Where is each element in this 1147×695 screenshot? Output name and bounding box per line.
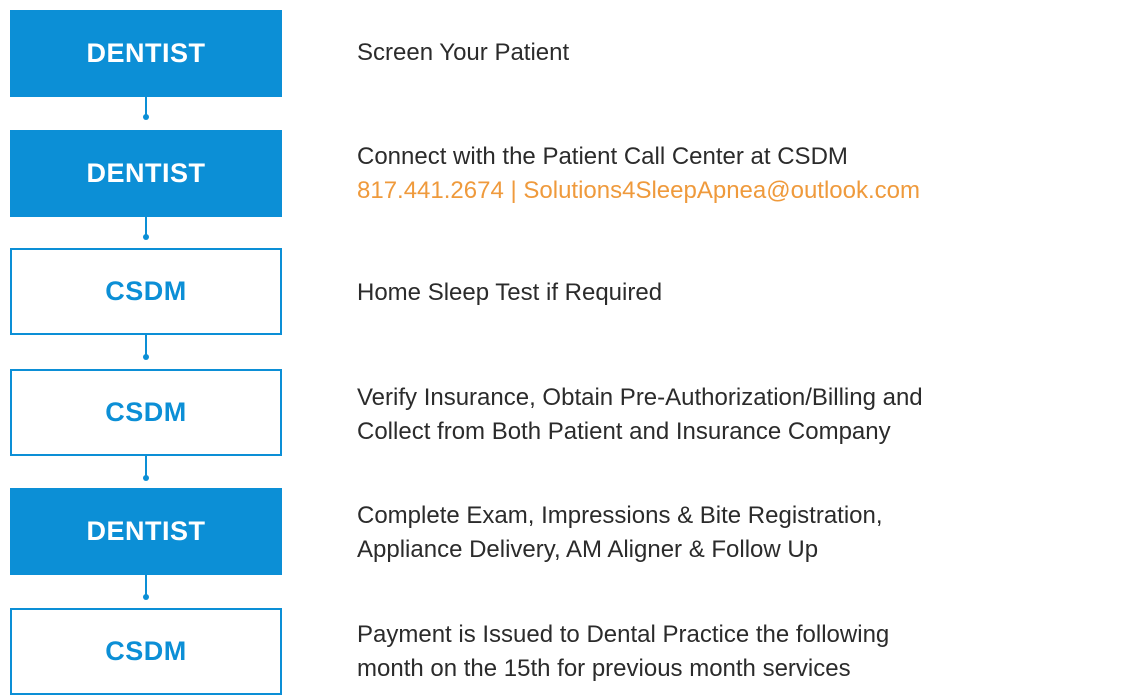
- step-3-role-box: CSDM: [10, 248, 282, 335]
- step-1-role-label: DENTIST: [86, 38, 206, 68]
- step-1-role-box: DENTIST: [10, 10, 282, 97]
- step-3-role-label: CSDM: [105, 276, 187, 306]
- step-1-line-1: Screen Your Patient: [357, 39, 570, 66]
- step-3-line-1: Home Sleep Test if Required: [357, 279, 663, 306]
- step-6-description: Payment is Issued to Dental Practice the…: [357, 618, 1142, 686]
- step-4-role-label: CSDM: [105, 397, 187, 427]
- step-5-line-2: Appliance Delivery, AM Aligner & Follow …: [357, 536, 819, 563]
- step-4-description: Verify Insurance, Obtain Pre-Authorizati…: [357, 381, 1142, 449]
- step-1-description: Screen Your Patient: [357, 36, 1142, 70]
- step-3-description: Home Sleep Test if Required: [357, 276, 1142, 310]
- call-center-contact: 817.441.2674 | Solutions4SleepApnea@outl…: [357, 177, 921, 204]
- connector-4-5-dot: [143, 475, 149, 481]
- process-flowchart: DENTIST Screen Your Patient DENTIST Conn…: [0, 0, 1147, 695]
- step-5-description: Complete Exam, Impressions & Bite Regist…: [357, 499, 1142, 567]
- step-5-line-1: Complete Exam, Impressions & Bite Regist…: [357, 502, 883, 529]
- step-6-role-label: CSDM: [105, 636, 187, 666]
- connector-2-3-dot: [143, 234, 149, 240]
- step-5-role-box: DENTIST: [10, 488, 282, 575]
- connector-2-3: [143, 217, 149, 240]
- connector-3-4: [143, 335, 149, 360]
- step-5-role-label: DENTIST: [86, 516, 206, 546]
- step-2-role-label: DENTIST: [86, 158, 206, 188]
- connector-1-2: [143, 97, 149, 120]
- step-2-line-1: Connect with the Patient Call Center at …: [357, 143, 848, 170]
- step-4-role-box: CSDM: [10, 369, 282, 456]
- step-6-line-2: month on the 15th for previous month ser…: [357, 655, 851, 682]
- connector-1-2-dot: [143, 114, 149, 120]
- step-2-role-box: DENTIST: [10, 130, 282, 217]
- step-4-line-2: Collect from Both Patient and Insurance …: [357, 418, 891, 445]
- connector-4-5: [143, 456, 149, 481]
- connector-5-6: [143, 575, 149, 600]
- step-2-description: Connect with the Patient Call Center at …: [357, 140, 1142, 208]
- connector-3-4-dot: [143, 354, 149, 360]
- step-6-line-1: Payment is Issued to Dental Practice the…: [357, 621, 890, 648]
- step-6-role-box: CSDM: [10, 608, 282, 695]
- step-4-line-1: Verify Insurance, Obtain Pre-Authorizati…: [357, 384, 923, 411]
- connector-5-6-dot: [143, 594, 149, 600]
